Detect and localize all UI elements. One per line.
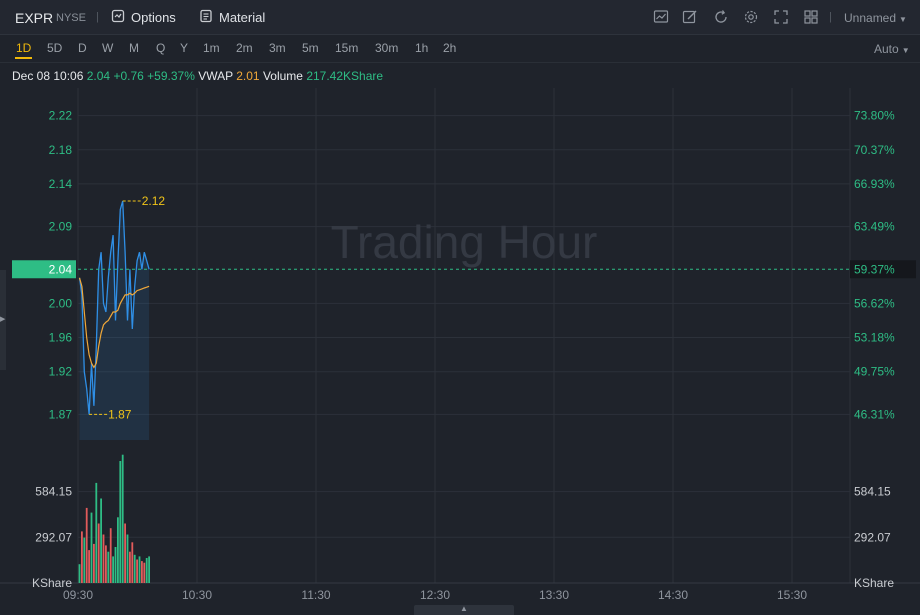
volume-bar <box>126 534 129 583</box>
volume-tick-label: 292.07 <box>854 530 891 544</box>
time-tick-label: 11:30 <box>301 588 330 602</box>
volume-bar <box>148 556 150 583</box>
volume-bar <box>121 454 124 583</box>
time-tick-label: 13:30 <box>539 588 569 602</box>
volume-bar <box>117 517 119 583</box>
side-panel-handle[interactable]: ▶ <box>0 270 6 370</box>
price-tick-label: 1.96 <box>49 331 73 345</box>
pct-tick-label: 70.37% <box>854 143 895 157</box>
price-tick-label: 2.18 <box>49 143 73 157</box>
volume-bar <box>81 531 83 583</box>
volume-bar <box>141 561 143 583</box>
volume-bar <box>85 507 88 583</box>
high-marker-label: 2.12 <box>142 194 166 208</box>
price-tick-label: 2.14 <box>49 177 73 191</box>
current-pct-label: 59.37% <box>854 262 895 276</box>
volume-bar <box>83 537 86 583</box>
price-tick-label: 1.92 <box>49 365 73 379</box>
price-tick-label: 1.87 <box>49 407 73 421</box>
volume-bar <box>100 498 102 583</box>
volume-bar <box>138 556 141 583</box>
current-price-label: 2.04 <box>49 262 73 276</box>
pct-tick-label: 49.75% <box>854 365 895 379</box>
volume-bar <box>102 534 105 583</box>
volume-bar <box>136 559 138 583</box>
volume-tick-label: 292.07 <box>35 530 72 544</box>
time-tick-label: 10:30 <box>182 588 212 602</box>
volume-bar <box>97 523 100 583</box>
time-tick-label: 09:30 <box>63 588 93 602</box>
price-tick-label: 2.22 <box>49 109 73 123</box>
volume-bar <box>131 542 134 583</box>
price-tick-label: 2.09 <box>49 220 73 234</box>
volume-bar <box>88 550 90 583</box>
pct-tick-label: 66.93% <box>854 177 895 191</box>
volume-bar <box>78 564 81 583</box>
volume-bar <box>143 562 146 583</box>
time-tick-label: 14:30 <box>658 588 688 602</box>
volume-bar <box>119 461 122 583</box>
volume-bar <box>114 547 117 583</box>
volume-bar <box>112 556 114 583</box>
volume-bar <box>133 554 136 583</box>
volume-bar <box>124 523 126 583</box>
volume-bar <box>109 528 112 583</box>
volume-bar <box>90 512 93 583</box>
price-chart[interactable]: Trading Hour 2.22 73.80% 2.18 70.37% 2.14 66.9… <box>0 0 920 615</box>
volume-bar <box>93 543 95 583</box>
low-marker-label: 1.87 <box>108 407 132 421</box>
time-tick-label: 15:30 <box>777 588 807 602</box>
volume-bar <box>129 551 131 583</box>
volume-bar <box>145 558 148 583</box>
bottom-panel-handle[interactable]: ▲ <box>414 604 514 615</box>
volume-bar <box>105 545 107 583</box>
volume-unit-label: KShare <box>854 576 894 590</box>
pct-tick-label: 56.62% <box>854 296 895 310</box>
price-tick-label: 2.00 <box>49 296 73 310</box>
pct-tick-label: 46.31% <box>854 407 895 421</box>
pct-tick-label: 73.80% <box>854 109 895 123</box>
volume-bar <box>107 551 110 583</box>
pct-tick-label: 53.18% <box>854 331 895 345</box>
chart-watermark: Trading Hour <box>331 216 598 268</box>
volume-tick-label: 584.15 <box>854 485 891 499</box>
time-tick-label: 12:30 <box>420 588 450 602</box>
volume-tick-label: 584.15 <box>35 485 72 499</box>
volume-bar <box>95 482 98 583</box>
chevron-right-icon: ▶ <box>0 316 6 323</box>
pct-tick-label: 63.49% <box>854 220 895 234</box>
chevron-up-icon: ▲ <box>460 604 468 613</box>
